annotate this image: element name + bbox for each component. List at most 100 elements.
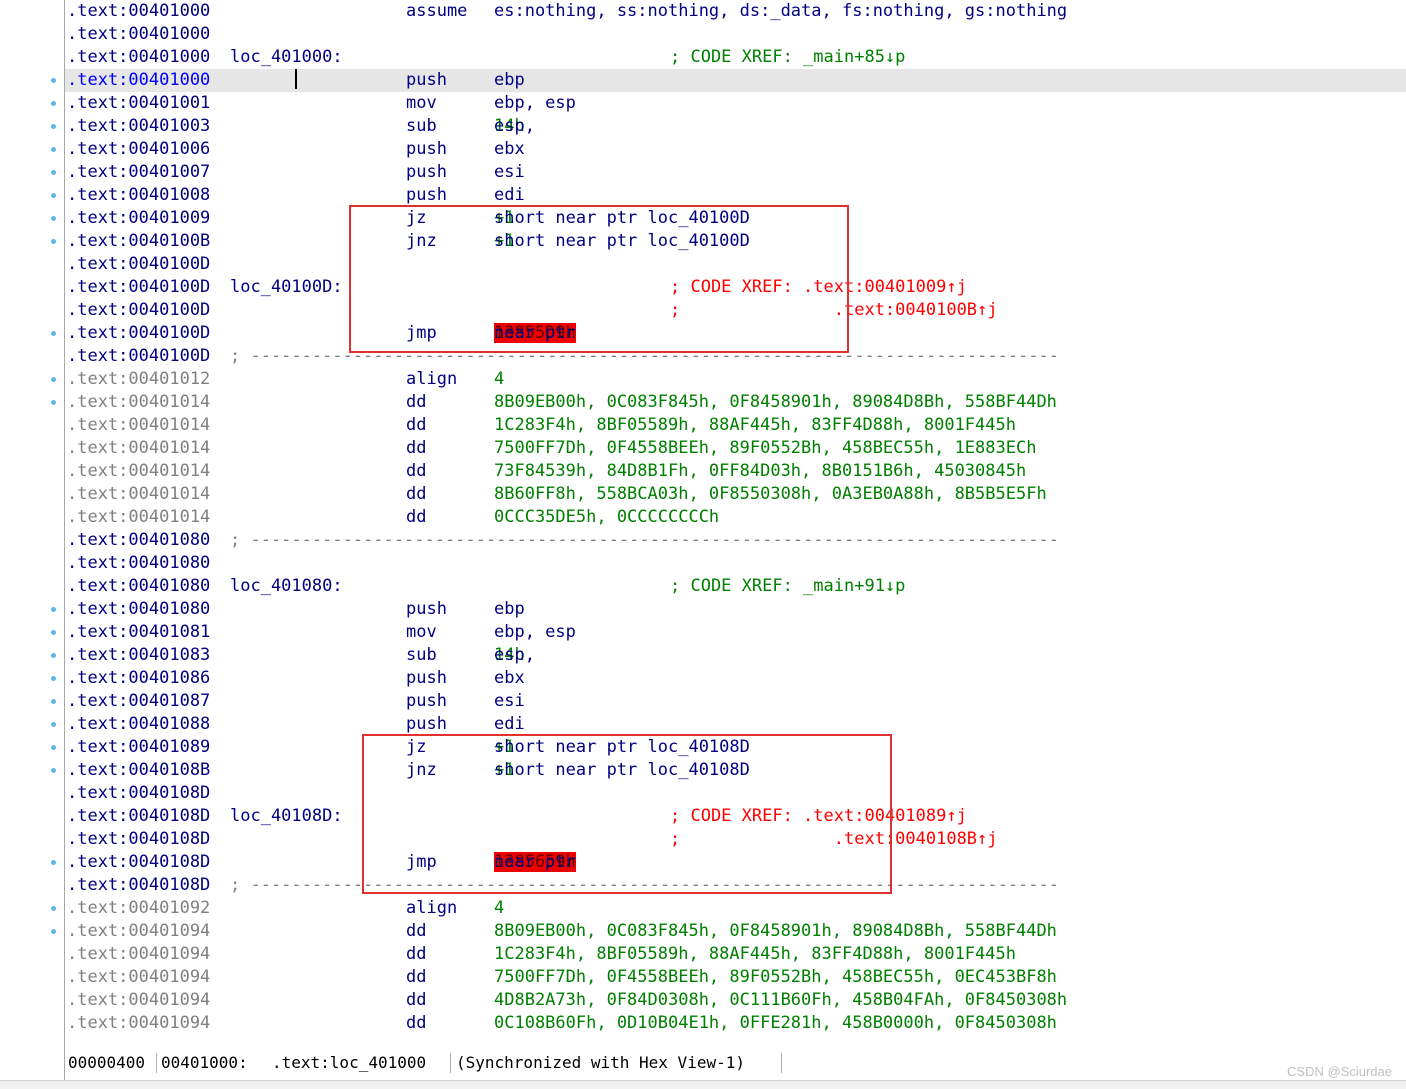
instruction-operands[interactable]: 8B09EB00h, 0C083F845h, 0F8458901h, 89084… bbox=[494, 920, 1057, 943]
row-address[interactable]: .text:00401012 bbox=[67, 368, 210, 391]
row-address[interactable]: .text:0040100D bbox=[67, 276, 210, 299]
row-address[interactable]: .text:00401080 bbox=[67, 552, 210, 575]
operand-part[interactable]: edi bbox=[494, 184, 525, 207]
row-address[interactable]: .text:0040108B bbox=[67, 759, 210, 782]
row-address[interactable]: .text:00401094 bbox=[67, 943, 210, 966]
instruction-mnemonic[interactable]: align bbox=[406, 897, 457, 920]
instruction-mnemonic[interactable]: dd bbox=[406, 943, 426, 966]
operand-part[interactable]: es:nothing, ss:nothing, ds:_data, fs:not… bbox=[494, 0, 1067, 23]
listing-row[interactable]: .text:00401000 assume es:nothing, ss:nothi… bbox=[65, 0, 1406, 23]
row-address[interactable]: .text:00401081 bbox=[67, 621, 210, 644]
instruction-mnemonic[interactable]: dd bbox=[406, 437, 426, 460]
listing-row[interactable]: .text:00401006 push ebx bbox=[65, 138, 1406, 161]
row-address[interactable]: .text:00401094 bbox=[67, 966, 210, 989]
instruction-mnemonic[interactable]: dd bbox=[406, 989, 426, 1012]
instruction-operands[interactable]: 1C283F4h, 8BF05589h, 88AF445h, 83FF4D88h… bbox=[494, 414, 1016, 437]
instruction-operands[interactable]: 4 bbox=[494, 897, 504, 920]
row-address[interactable]: .text:00401014 bbox=[67, 483, 210, 506]
row-address[interactable]: .text:0040108D bbox=[67, 874, 210, 897]
operand-part[interactable]: 0C108B60Fh, 0D10B04E1h, 0FFE281h, 458B00… bbox=[494, 1013, 1057, 1033]
operand-part[interactable]: esi bbox=[494, 161, 525, 184]
operand-part[interactable]: 7500FF7Dh, 0F4558BEEh, 89F0552Bh, 458BEC… bbox=[494, 967, 1057, 987]
code-label[interactable]: loc_401080: bbox=[230, 575, 343, 598]
instruction-mnemonic[interactable]: dd bbox=[406, 391, 426, 414]
listing-row[interactable]: .text:00401014 dd 7500FF7Dh, 0F4558BEEh, 8… bbox=[65, 437, 1406, 460]
instruction-mnemonic[interactable]: dd bbox=[406, 920, 426, 943]
instruction-operands[interactable]: esp, 14h bbox=[494, 115, 535, 138]
operand-part[interactable]: ebp, esp bbox=[494, 621, 576, 644]
instruction-mnemonic[interactable]: push bbox=[406, 184, 447, 207]
instruction-mnemonic[interactable]: push bbox=[406, 667, 447, 690]
row-address[interactable]: .text:00401000 bbox=[67, 46, 210, 69]
operand-part[interactable]: 7500FF7Dh, 0F4558BEEh, 89F0552Bh, 458BEC… bbox=[494, 438, 1036, 458]
operand-part[interactable]: 8B09EB00h, 0C083F845h, 0F8458901h, 89084… bbox=[494, 921, 1057, 941]
listing-row[interactable]: .text:00401094 dd 1C283F4h, 8BF05589h, 88A… bbox=[65, 943, 1406, 966]
row-address[interactable]: .text:00401009 bbox=[67, 207, 210, 230]
row-address[interactable]: .text:00401087 bbox=[67, 690, 210, 713]
instruction-mnemonic[interactable]: dd bbox=[406, 414, 426, 437]
instruction-mnemonic[interactable]: push bbox=[406, 713, 447, 736]
listing-row[interactable]: .text:00401094 dd 0C108B60Fh, 0D10B04E1h, … bbox=[65, 1012, 1406, 1035]
row-address[interactable]: .text:00401092 bbox=[67, 897, 210, 920]
instruction-operands[interactable]: 4D8B2A73h, 0F84D0308h, 0C111B60Fh, 458B0… bbox=[494, 989, 1067, 1012]
row-address[interactable]: .text:00401008 bbox=[67, 184, 210, 207]
operand-part[interactable]: ebp bbox=[494, 69, 525, 92]
row-address[interactable]: .text:00401000 bbox=[67, 69, 210, 92]
listing-row[interactable]: .text:00401088 push edi bbox=[65, 713, 1406, 736]
operand-part[interactable]: 4D8B2A73h, 0F84D0308h, 0C111B60Fh, 458B0… bbox=[494, 990, 1067, 1010]
operand-part[interactable]: ebx bbox=[494, 138, 525, 161]
instruction-operands[interactable]: 0C108B60Fh, 0D10B04E1h, 0FFE281h, 458B00… bbox=[494, 1012, 1057, 1035]
listing-row[interactable]: .text:00401000 loc_401000: ; CODE XREF: _m… bbox=[65, 46, 1406, 69]
code-label[interactable]: loc_401000: bbox=[230, 46, 343, 69]
instruction-mnemonic[interactable]: dd bbox=[406, 506, 426, 529]
operand-part[interactable]: 8B09EB00h, 0C083F845h, 0F8458901h, 89084… bbox=[494, 392, 1057, 412]
row-address[interactable]: .text:0040108D bbox=[67, 851, 210, 874]
instruction-operands[interactable]: 7500FF7Dh, 0F4558BEEh, 89F0552Bh, 458BEC… bbox=[494, 966, 1057, 989]
instruction-operands[interactable]: 8B09EB00h, 0C083F845h, 0F8458901h, 89084… bbox=[494, 391, 1057, 414]
xref-comment[interactable]: ; CODE XREF: _main+91↓p bbox=[670, 575, 905, 598]
listing-row[interactable]: .text:00401014 dd 8B60FF8h, 558BCA03h, 0F8… bbox=[65, 483, 1406, 506]
instruction-operands[interactable]: 1C283F4h, 8BF05589h, 88AF445h, 83FF4D88h… bbox=[494, 943, 1016, 966]
row-address[interactable]: .text:00401014 bbox=[67, 437, 210, 460]
row-address[interactable]: .text:00401003 bbox=[67, 115, 210, 138]
instruction-mnemonic[interactable]: push bbox=[406, 138, 447, 161]
row-address[interactable]: .text:00401080 bbox=[67, 529, 210, 552]
instruction-mnemonic[interactable]: dd bbox=[406, 460, 426, 483]
row-address[interactable]: .text:00401014 bbox=[67, 414, 210, 437]
listing-row[interactable]: .text:00401094 dd 4D8B2A73h, 0F84D0308h, 0… bbox=[65, 989, 1406, 1012]
instruction-operands[interactable]: 0CCC35DE5h, 0CCCCCCCCh bbox=[494, 506, 719, 529]
listing-row[interactable]: .text:00401080 push ebp bbox=[65, 598, 1406, 621]
instruction-operands[interactable]: esp, 14h bbox=[494, 644, 535, 667]
instruction-mnemonic[interactable]: push bbox=[406, 690, 447, 713]
row-address[interactable]: .text:00401094 bbox=[67, 1012, 210, 1035]
row-address[interactable]: .text:00401080 bbox=[67, 598, 210, 621]
row-address[interactable]: .text:00401014 bbox=[67, 391, 210, 414]
instruction-mnemonic[interactable]: sub bbox=[406, 115, 437, 138]
listing-row[interactable]: .text:00401014 dd 8B09EB00h, 0C083F845h, 0… bbox=[65, 391, 1406, 414]
row-address[interactable]: .text:00401001 bbox=[67, 92, 210, 115]
listing-row[interactable]: .text:00401080 ; ------------------------… bbox=[65, 529, 1406, 552]
listing-row[interactable]: .text:00401000 bbox=[65, 23, 1406, 46]
listing-row[interactable]: .text:00401007 push esi bbox=[65, 161, 1406, 184]
instruction-mnemonic[interactable]: mov bbox=[406, 621, 437, 644]
operand-part[interactable]: 4 bbox=[494, 369, 504, 389]
operand-part[interactable]: esp, bbox=[494, 115, 545, 138]
listing-row[interactable]: .text:00401003 sub esp, 14h bbox=[65, 115, 1406, 138]
row-address[interactable]: .text:00401006 bbox=[67, 138, 210, 161]
instruction-mnemonic[interactable]: push bbox=[406, 69, 447, 92]
row-address[interactable]: .text:0040108D bbox=[67, 805, 210, 828]
row-address[interactable]: .text:0040108D bbox=[67, 782, 210, 805]
instruction-mnemonic[interactable]: assume bbox=[406, 0, 467, 23]
row-address[interactable]: .text:00401014 bbox=[67, 506, 210, 529]
instruction-mnemonic[interactable]: push bbox=[406, 598, 447, 621]
listing-row[interactable]: .text:00401083 sub esp, 14h bbox=[65, 644, 1406, 667]
instruction-operands[interactable]: 4 bbox=[494, 368, 504, 391]
row-address[interactable]: .text:0040100B bbox=[67, 230, 210, 253]
operand-part[interactable]: ebx bbox=[494, 667, 525, 690]
instruction-mnemonic[interactable]: dd bbox=[406, 1012, 426, 1035]
listing-row[interactable]: .text:00401014 dd 0CCC35DE5h, 0CCCCCCCCh bbox=[65, 506, 1406, 529]
instruction-mnemonic[interactable]: mov bbox=[406, 92, 437, 115]
row-address[interactable]: .text:0040108D bbox=[67, 828, 210, 851]
row-address[interactable]: .text:00401080 bbox=[67, 575, 210, 598]
row-address[interactable]: .text:00401089 bbox=[67, 736, 210, 759]
